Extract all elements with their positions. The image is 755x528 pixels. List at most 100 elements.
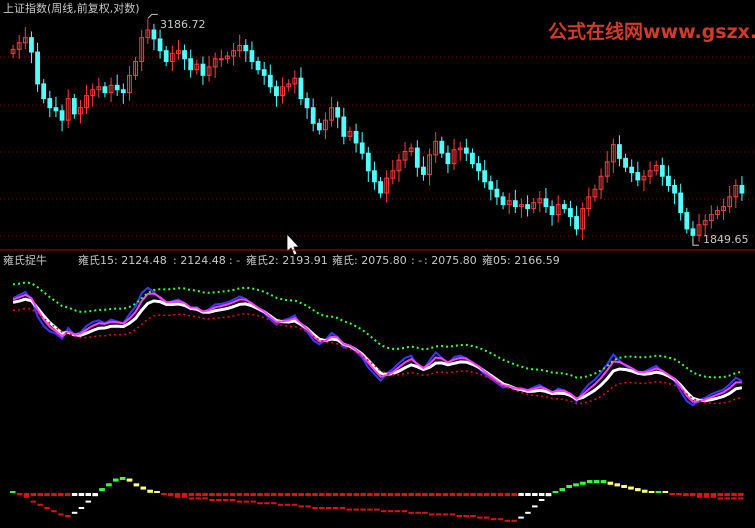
histogram-bar xyxy=(380,493,387,496)
histogram-bar xyxy=(305,493,311,496)
histogram-bar-tip xyxy=(380,510,387,513)
candle-body xyxy=(274,86,279,97)
candle-body xyxy=(243,44,249,52)
candle-body xyxy=(372,170,377,183)
histogram-bar xyxy=(30,493,37,496)
candle-body xyxy=(488,181,494,190)
histogram-bar xyxy=(23,493,30,496)
candle-body xyxy=(353,130,359,144)
histogram-bar-tip xyxy=(284,503,291,506)
candle-body xyxy=(672,184,677,194)
candle-body xyxy=(574,216,579,230)
histogram-bar-tip xyxy=(731,497,737,500)
histogram-bar xyxy=(504,493,511,496)
histogram-bar xyxy=(71,493,78,496)
indicator-lines xyxy=(12,281,743,407)
candle-body xyxy=(304,98,310,109)
histogram-bar-tip xyxy=(614,483,620,486)
histogram-bar xyxy=(325,493,332,496)
histogram-bar-tip xyxy=(367,508,373,511)
candle-body xyxy=(666,175,671,186)
histogram-bar xyxy=(332,493,339,496)
histogram-bar-tip xyxy=(587,480,593,483)
candle-body xyxy=(41,83,47,100)
histogram-bar-tip xyxy=(147,489,153,492)
histogram-bar xyxy=(339,493,346,496)
histogram-bar-tip xyxy=(325,507,332,509)
histogram-bar-tip xyxy=(10,491,16,493)
candle-body xyxy=(182,50,187,60)
candle-body xyxy=(157,38,163,52)
candle-body xyxy=(267,74,273,88)
histogram-bar-tip xyxy=(401,510,408,513)
histogram-bar-tip xyxy=(408,511,414,514)
histogram-bar-tip xyxy=(119,477,126,479)
histogram-bar-tip xyxy=(655,491,662,493)
histogram-bar xyxy=(312,493,318,496)
histogram-bar-tip xyxy=(78,507,85,509)
histogram-bar-tip xyxy=(559,488,566,491)
histogram-bar-tip xyxy=(497,518,504,521)
candle-body xyxy=(71,98,77,115)
candle-body xyxy=(378,181,383,194)
candle-body xyxy=(163,50,169,62)
histogram-bar-tip xyxy=(222,499,229,501)
histogram-bar-tip xyxy=(435,513,442,516)
histogram-bar xyxy=(298,493,304,496)
histogram-bar-tip xyxy=(648,491,655,493)
histogram-bar xyxy=(209,493,215,496)
histogram-bar xyxy=(195,493,201,496)
histogram-bar xyxy=(525,493,531,496)
histogram-bar-tip xyxy=(532,505,538,508)
legend-red: : 2075.80 xyxy=(424,254,477,267)
histogram-bar-tip xyxy=(51,510,57,513)
indicator-line-white xyxy=(12,297,743,403)
histogram-bar xyxy=(724,493,730,496)
candle-body xyxy=(623,157,628,168)
histogram-bar xyxy=(64,493,71,496)
histogram-bar-tip xyxy=(470,515,476,517)
histogram-bar xyxy=(408,493,414,496)
histogram-bar xyxy=(353,493,359,496)
histogram-bar xyxy=(374,493,380,496)
histogram-bar-tip xyxy=(202,497,208,500)
histogram-bar xyxy=(243,493,250,496)
histogram-bar-tip xyxy=(346,508,353,511)
histogram-bar xyxy=(277,493,284,496)
indicator-line-blue xyxy=(12,286,743,407)
histogram-bar-tip xyxy=(463,515,469,517)
histogram-bar xyxy=(250,493,256,496)
candle-body xyxy=(421,166,426,175)
histogram-bar-tip xyxy=(188,497,195,500)
histogram-bar xyxy=(415,493,421,496)
histogram-bar xyxy=(181,493,188,496)
histogram-bar-tip xyxy=(71,511,78,514)
histogram-bar-tip xyxy=(628,486,634,489)
histogram-bar-tip xyxy=(600,480,607,483)
candle-body xyxy=(494,188,500,198)
histogram-bar-tip xyxy=(85,500,92,503)
histogram-bar-tip xyxy=(106,483,112,486)
histogram-bar xyxy=(456,493,462,496)
histogram-bar-tip xyxy=(209,499,215,501)
candle-body xyxy=(470,152,475,165)
histogram-bar xyxy=(174,493,181,496)
histogram-bar xyxy=(483,493,490,496)
indicator-line-magenta xyxy=(12,292,742,403)
histogram-bar xyxy=(188,493,195,496)
candle-body xyxy=(414,147,420,168)
histogram-bar xyxy=(291,493,298,496)
candle-body xyxy=(684,212,690,230)
candle-body xyxy=(188,58,194,71)
histogram-bar-tip xyxy=(683,494,689,497)
legend-yong05: 雍05: 2166.59 xyxy=(482,253,560,267)
candle-body xyxy=(47,98,53,109)
candle-body xyxy=(29,37,34,53)
candle-body xyxy=(35,51,40,85)
histogram-bar xyxy=(229,493,236,496)
histogram-bar-tip xyxy=(291,503,298,506)
low-label: 1849.65 xyxy=(703,233,749,246)
candle-body xyxy=(561,204,567,210)
histogram-bar-tip xyxy=(64,515,71,517)
histogram-bar-tip xyxy=(339,507,346,509)
